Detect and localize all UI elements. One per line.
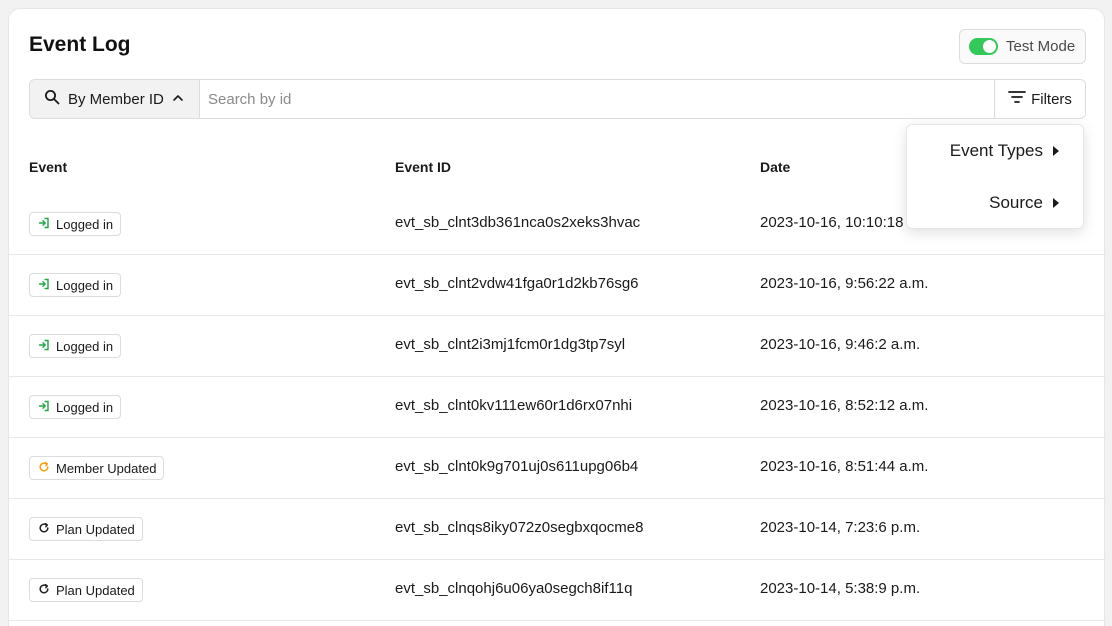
event-id-cell: evt_sb_clnt0k9g701uj0s611upg06b4 [395,458,639,475]
search-input[interactable] [200,80,994,118]
date-cell: 2023-10-16, 8:51:44 a.m. [760,458,929,475]
event-log-panel: Event Log Test Mode By Member ID Filters… [8,8,1106,626]
column-header-event: Event [29,159,68,175]
event-id-cell: evt_sb_clnt2vdw41fga0r1d2kb76sg6 [395,275,639,292]
menu-item-event-types[interactable]: Event Types [950,139,1059,163]
event-id-cell: evt_sb_clnt3db361nca0s2xeks3hvac [395,214,641,231]
caret-right-icon [1053,146,1059,156]
login-icon [38,339,50,354]
event-name: Logged in [56,399,114,415]
event-badge: Logged in [29,273,122,297]
date-cell: 2023-10-14, 7:23:6 p.m. [760,519,921,536]
table-row[interactable]: Member Updated evt_sb_clnt0k9g701uj0s611u… [9,438,1106,499]
refresh-icon [38,461,50,476]
event-name: Logged in [56,338,114,354]
page-title: Event Log [29,33,131,56]
login-icon [38,400,50,415]
column-header-event-id: Event ID [395,159,452,175]
event-name: Plan Updated [56,582,135,598]
filters-button[interactable]: Filters [994,80,1085,118]
test-mode-label: Test Mode [1006,38,1076,55]
event-badge: Logged in [29,334,122,358]
filters-label: Filters [1031,90,1072,108]
event-badge: Logged in [29,395,122,419]
search-bar: By Member ID Filters [29,79,1086,119]
login-icon [38,217,50,232]
menu-item-source[interactable]: Source [989,191,1059,215]
date-cell: 2023-10-16, 9:56:22 a.m. [760,275,929,292]
table-row[interactable]: Plan Updated evt_sb_clnqs8iky072z0segbxqo… [9,499,1106,560]
event-id-cell: evt_sb_clnt0kv111ew60r1d6rx07nhi [395,397,633,414]
chevron-up-icon [172,91,184,108]
date-cell: 2023-10-16, 9:46:2 a.m. [760,336,921,353]
event-id-cell: evt_sb_clnqohj6u06ya0segch8if11q [395,580,633,597]
refresh-icon [38,583,50,598]
toggle-switch[interactable] [969,38,998,55]
refresh-icon [38,522,50,537]
event-badge: Member Updated [29,456,165,480]
event-badge: Logged in [29,212,122,236]
filter-icon [1008,90,1026,108]
login-icon [38,278,50,293]
menu-item-label: Event Types [949,141,1043,160]
event-name: Logged in [56,216,114,232]
caret-right-icon [1053,198,1059,208]
date-cell: 2023-10-16, 8:52:12 a.m. [760,397,929,414]
date-cell: 2023-10-14, 5:38:9 p.m. [760,580,921,597]
test-mode-toggle[interactable]: Test Mode [959,29,1086,64]
column-header-date: Date [760,159,791,175]
event-badge: Plan Updated [29,578,143,602]
table-row[interactable]: Logged in evt_sb_clnt2i3mj1fcm0r1dg3tp7sy… [9,316,1106,377]
event-id-cell: evt_sb_clnt2i3mj1fcm0r1dg3tp7syl [395,336,626,353]
filters-dropdown-menu: Event Types Source [906,124,1084,229]
event-badge: Plan Updated [29,517,143,541]
event-name: Plan Updated [56,521,135,537]
table-row[interactable]: Logged in evt_sb_clnt2vdw41fga0r1d2kb76sg… [9,255,1106,316]
search-mode-dropdown[interactable]: By Member ID [30,80,200,118]
search-icon [44,89,60,109]
event-id-cell: evt_sb_clnqs8iky072z0segbxqocme8 [395,519,644,536]
table-row[interactable]: Plan Updated evt_sb_clnqohj6u06ya0segch8i… [9,560,1106,621]
event-name: Logged in [56,277,114,293]
event-name: Member Updated [56,460,157,476]
search-mode-label: By Member ID [68,90,164,108]
table-row[interactable]: Logged in evt_sb_clnt0kv111ew60r1d6rx07nh… [9,377,1106,438]
menu-item-label: Source [989,193,1043,212]
